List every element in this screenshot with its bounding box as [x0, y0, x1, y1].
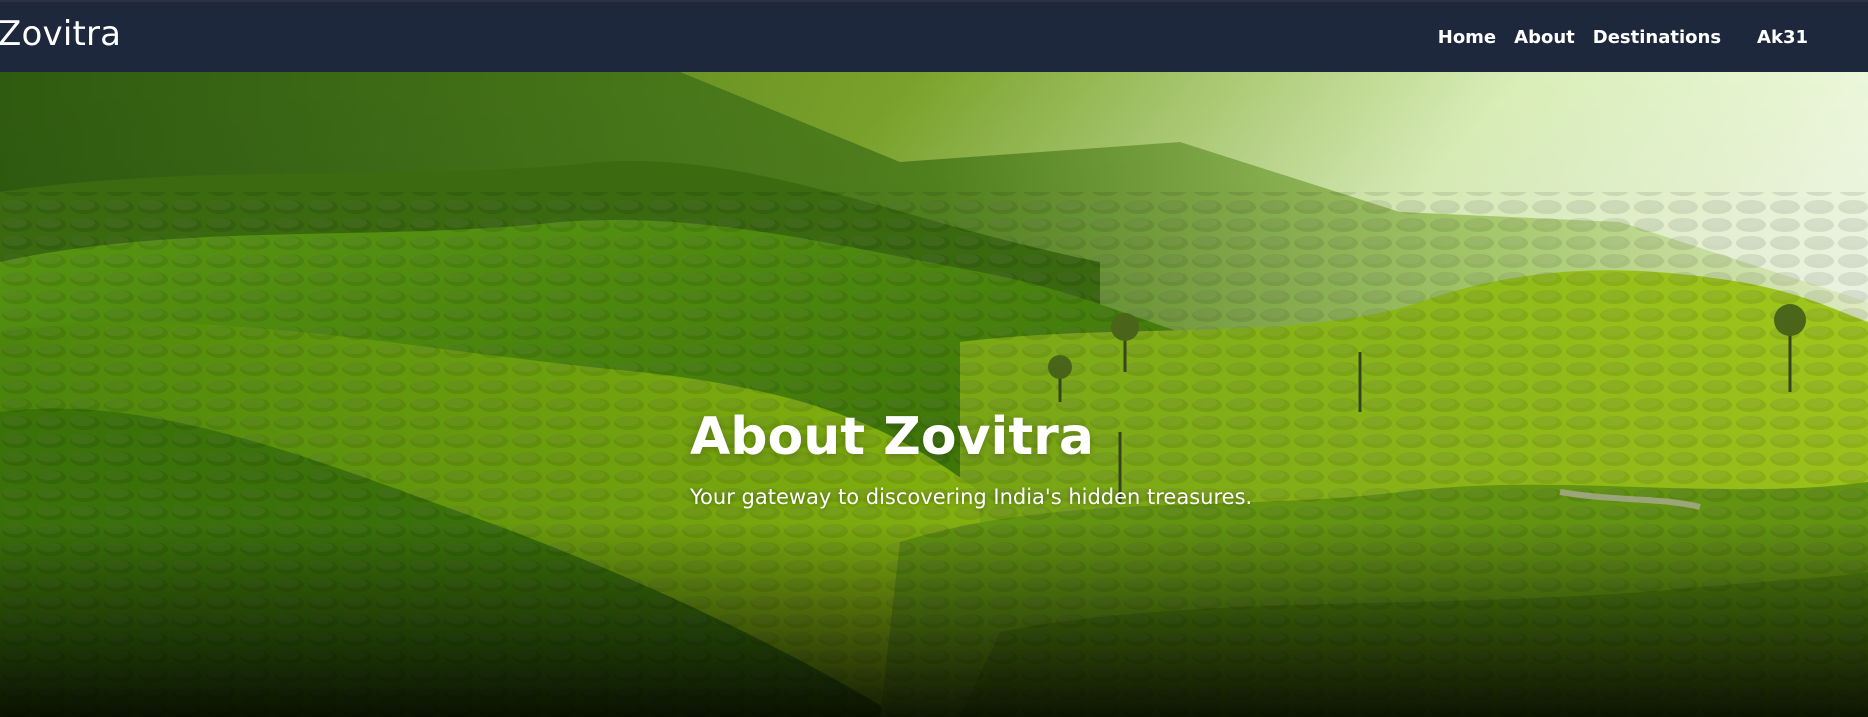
- nav-links: Home About Destinations Ak31: [1438, 27, 1808, 48]
- brand-logo-text[interactable]: Zovitra: [0, 14, 121, 54]
- top-navbar: Zovitra Home About Destinations Ak31: [0, 0, 1868, 72]
- hero-title: About Zovitra: [690, 407, 1094, 467]
- user-menu[interactable]: Ak31: [1757, 27, 1808, 48]
- nav-link-about[interactable]: About: [1514, 27, 1575, 48]
- hero-background-image: [0, 72, 1868, 717]
- hero-subtitle: Your gateway to discovering India's hidd…: [690, 485, 1253, 509]
- hero-content: About Zovitra Your gateway to discoverin…: [690, 407, 1252, 509]
- nav-link-home[interactable]: Home: [1438, 27, 1496, 48]
- nav-link-destinations[interactable]: Destinations: [1593, 27, 1721, 48]
- hero-section: About Zovitra Your gateway to discoverin…: [0, 72, 1868, 717]
